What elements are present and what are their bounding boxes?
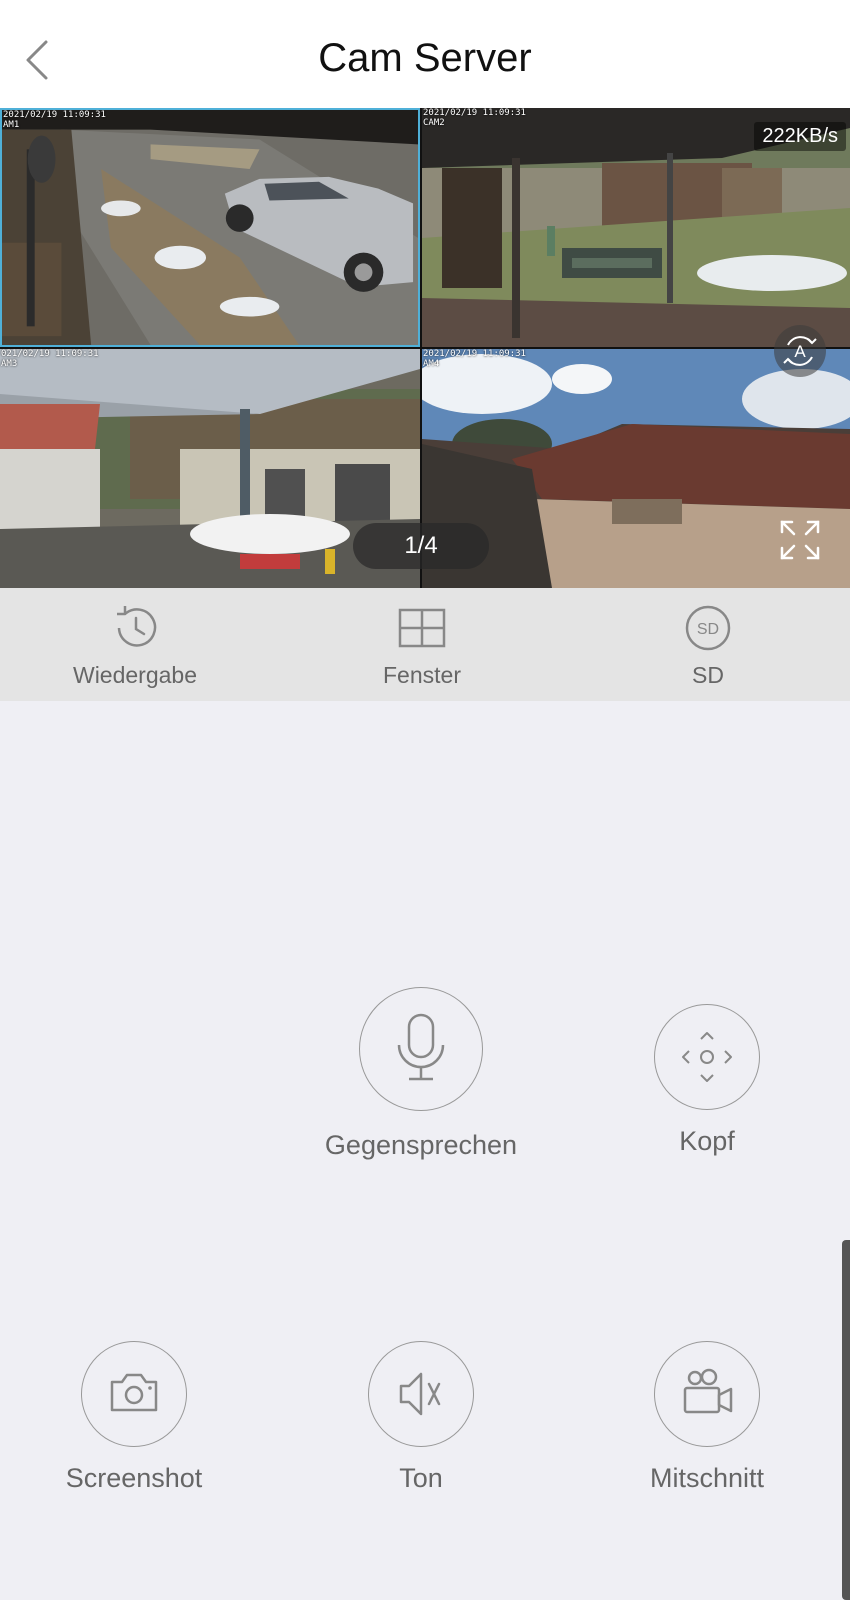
playback-button[interactable]: Wiedergabe xyxy=(35,588,235,701)
intercom-label: Gegensprechen xyxy=(324,1130,518,1160)
camera-icon xyxy=(110,1373,158,1412)
camera-2-name: CAM2 xyxy=(423,118,445,128)
window-layout-label: Fenster xyxy=(383,662,461,688)
app-header: Cam Server xyxy=(0,0,850,108)
page-title: Cam Server xyxy=(318,36,532,80)
camera-feed-1 xyxy=(2,110,418,345)
grid-icon xyxy=(398,608,446,648)
camera-3-timestamp: 021/02/19 11:09:31 xyxy=(1,349,99,359)
playback-toolbar: Wiedergabe Fenster SD SD xyxy=(0,588,850,701)
camera-tile-1[interactable]: 2021/02/19 11:09:31 AM1 xyxy=(0,108,420,347)
history-icon xyxy=(117,606,157,647)
screenshot-label: Screenshot xyxy=(65,1463,203,1493)
svg-text:SD: SD xyxy=(697,621,719,638)
svg-text:A: A xyxy=(794,342,806,361)
camera-4-name: AM4 xyxy=(423,359,440,369)
bitrate-badge: 222KB/s xyxy=(754,122,846,151)
auto-rotate-button[interactable]: A xyxy=(774,325,826,377)
video-record-icon xyxy=(683,1368,733,1414)
record-button[interactable]: Mitschnitt xyxy=(650,1341,764,1493)
sd-quality-button[interactable]: SD SD xyxy=(608,588,808,701)
camera-1-overlay: 2021/02/19 11:09:31 AM1 xyxy=(3,110,106,130)
camera-4-overlay: 2021/02/19 11:09:31 AM4 xyxy=(423,349,526,369)
speaker-mute-icon xyxy=(399,1372,441,1416)
camera-1-name: AM1 xyxy=(3,120,20,130)
auto-rotate-icon: A xyxy=(783,336,817,366)
sound-toggle-button[interactable]: Ton xyxy=(368,1341,474,1493)
ptz-button[interactable]: Kopf xyxy=(654,1004,760,1156)
camera-3-overlay: 021/02/19 11:09:31 AM3 xyxy=(1,349,99,369)
camera-3-name: AM3 xyxy=(1,359,18,369)
video-grid[interactable]: 2021/02/19 11:09:31 AM1 2021/02/19 11:09… xyxy=(0,108,850,588)
fullscreen-icon xyxy=(780,520,820,560)
sd-quality-icon: SD xyxy=(685,605,731,651)
scrollbar[interactable] xyxy=(842,1240,850,1600)
ptz-direction-icon xyxy=(682,1032,732,1082)
window-layout-button[interactable]: Fenster xyxy=(322,588,522,701)
sd-quality-label: SD xyxy=(692,662,724,688)
camera-2-overlay: 2021/02/19 11:09:31 CAM2 xyxy=(423,108,526,128)
playback-label: Wiedergabe xyxy=(72,662,198,688)
camera-tile-2[interactable]: 2021/02/19 11:09:31 CAM2 222KB/s xyxy=(422,108,850,347)
sound-label: Ton xyxy=(399,1463,443,1493)
record-label: Mitschnitt xyxy=(649,1463,765,1493)
page-indicator: 1/4 xyxy=(353,523,489,569)
camera-4-timestamp: 2021/02/19 11:09:31 xyxy=(423,349,526,359)
camera-1-timestamp: 2021/02/19 11:09:31 xyxy=(3,110,106,120)
microphone-icon xyxy=(397,1013,445,1081)
intercom-button[interactable]: Gegensprechen xyxy=(325,987,517,1160)
fullscreen-button[interactable] xyxy=(778,518,822,562)
camera-2-timestamp: 2021/02/19 11:09:31 xyxy=(423,108,526,118)
screenshot-button[interactable]: Screenshot xyxy=(66,1341,202,1493)
ptz-label: Kopf xyxy=(679,1126,735,1156)
